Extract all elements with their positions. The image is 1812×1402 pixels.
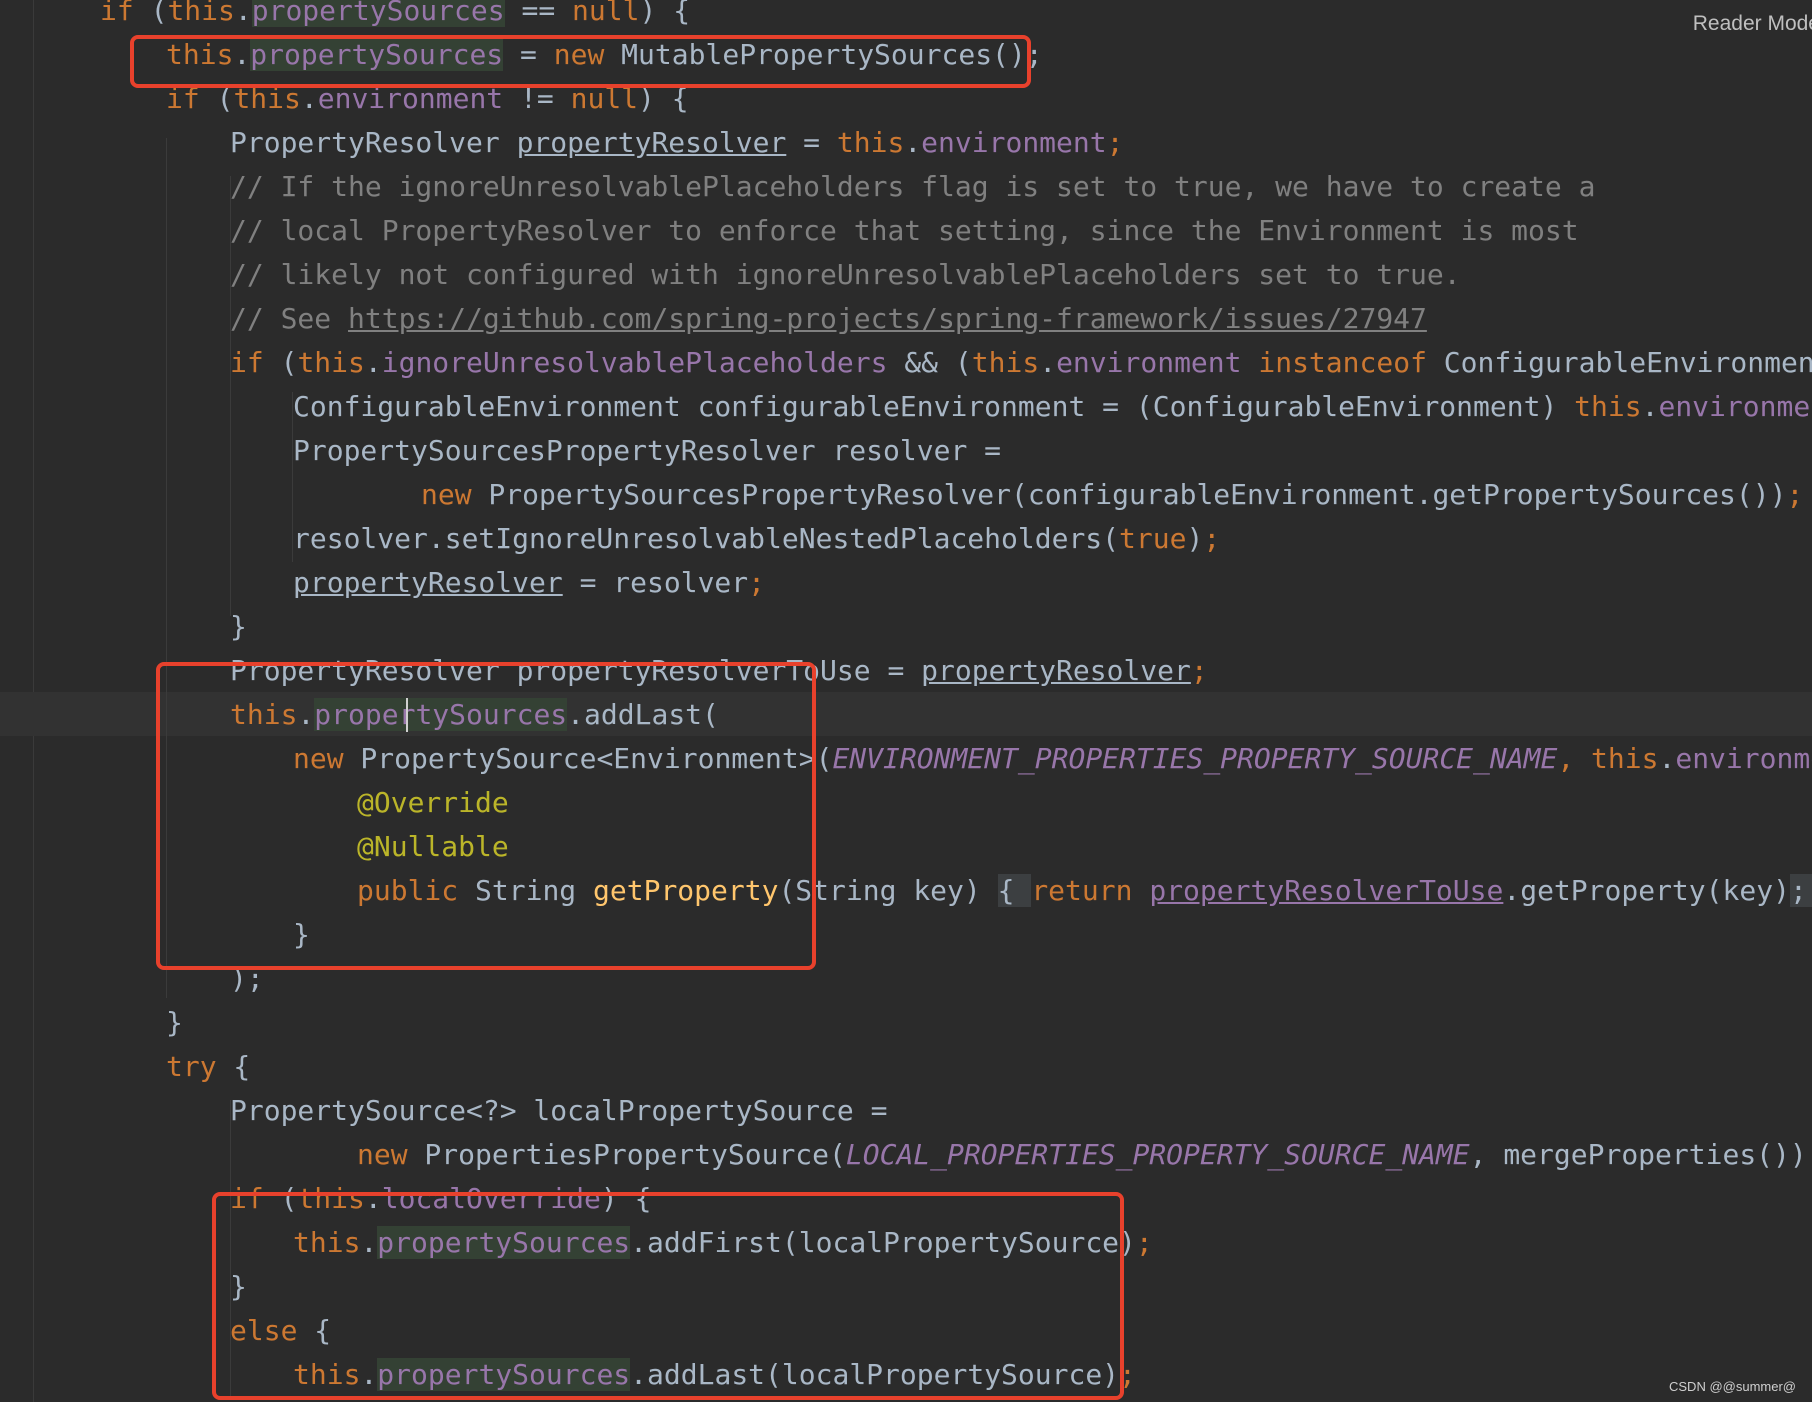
code-editor[interactable]: if (this.propertySources == null) { this…	[0, 0, 1812, 1402]
code-line-1: if (this.propertySources == null) {	[100, 0, 690, 33]
code-line-26: PropertySource<?> localPropertySource =	[230, 1094, 888, 1127]
comment-line-4: // See https://github.com/spring-project…	[230, 302, 1427, 335]
comment-line-3: // likely not configured with ignoreUnre…	[230, 258, 1461, 291]
comment-line-2: // local PropertyResolver to enforce tha…	[230, 214, 1579, 247]
red-highlight-box	[130, 35, 1031, 88]
red-highlight-box	[212, 1192, 1124, 1400]
code-line-13: resolver.setIgnoreUnresolvableNestedPlac…	[293, 522, 1221, 555]
code-line-24: }	[166, 1006, 183, 1039]
code-line-11: PropertySourcesPropertyResolver resolver…	[293, 434, 1002, 467]
watermark: CSDN @@summer@	[1669, 1379, 1796, 1394]
code-line-4: PropertyResolver propertyResolver = this…	[230, 126, 1124, 159]
reader-mode-button[interactable]: Reader Mode	[1693, 12, 1812, 36]
code-line-10: ConfigurableEnvironment configurableEnvi…	[293, 390, 1812, 423]
code-line-12: new PropertySourcesPropertyResolver(conf…	[421, 478, 1804, 511]
folded-block[interactable]: {	[997, 874, 1032, 907]
red-highlight-box	[156, 662, 816, 970]
code-line-9: if (this.ignoreUnresolvablePlaceholders …	[230, 346, 1812, 379]
issue-link[interactable]: https://github.com/spring-projects/sprin…	[348, 302, 1427, 335]
code-line-15: }	[230, 610, 247, 643]
code-line-25: try {	[166, 1050, 251, 1083]
comment-line-1: // If the ignoreUnresolvablePlaceholders…	[230, 170, 1596, 203]
code-line-27: new PropertiesPropertySource(LOCAL_PROPE…	[357, 1138, 1812, 1171]
code-line-14: propertyResolver = resolver;	[293, 566, 766, 599]
